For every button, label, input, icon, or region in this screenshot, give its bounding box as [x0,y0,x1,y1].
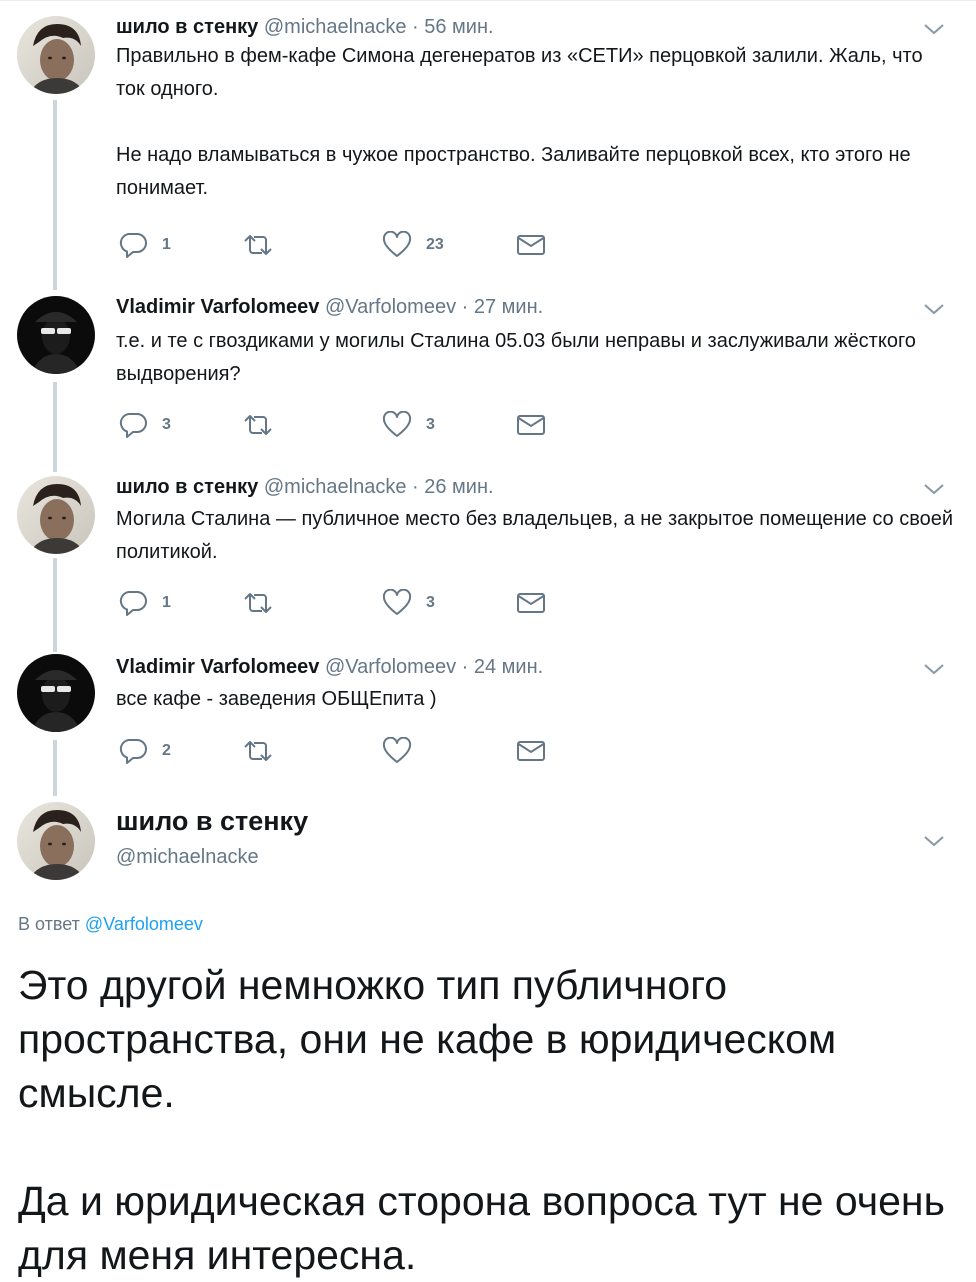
tweet-header: Vladimir Varfolomeev @Varfolomeev · 24 м… [116,655,543,679]
reply-button[interactable]: 1 [118,230,171,260]
reply-count: 1 [162,236,171,253]
tweet[interactable]: Vladimir Varfolomeev @Varfolomeev · 27 м… [0,290,976,460]
heart-icon [382,231,412,257]
tweet-text: Правильно в фем-кафе Симона дегенератов … [116,40,956,205]
tweet-paragraph: Правильно в фем-кафе Симона дегенератов … [116,45,923,100]
reply-icon [119,591,147,616]
envelope-icon [517,235,545,255]
chevron-down-icon[interactable] [922,482,946,496]
tweet-text: т.е. и те с гвоздиками у могилы Сталина … [116,325,956,391]
main-tweet-paragraph: Да и юридическая сторона вопроса тут не … [18,1178,945,1278]
like-button[interactable]: 3 [382,410,435,440]
like-button[interactable]: 3 [382,588,435,618]
main-tweet-text: Это другой немножко тип публичного прост… [18,958,958,1282]
separator: · [412,476,419,498]
tweet-timestamp[interactable]: 27 мин. [474,296,543,318]
reply-count: 2 [162,742,171,759]
dm-button[interactable] [516,736,546,766]
reply-button[interactable]: 1 [118,588,171,618]
dm-button[interactable] [516,588,546,618]
tweet-actions: 3 3 [116,410,616,440]
tweet-text: Могила Сталина — публичное место без вла… [116,503,956,569]
tweet[interactable]: шило в стенку @michaelnacke · 56 мин. Пр… [0,0,976,290]
chevron-down-icon[interactable] [922,662,946,676]
tweet-username[interactable]: @Varfolomeev [325,656,456,678]
envelope-icon [517,593,545,613]
reply-icon [119,739,147,764]
tweet-username[interactable]: @michaelnacke [264,16,407,38]
reply-context: В ответ @Varfolomeev [18,914,203,935]
tweet-header: Vladimir Varfolomeev @Varfolomeev · 27 м… [116,295,543,319]
tweet-actions: 1 3 [116,588,616,618]
retweet-button[interactable] [241,736,275,766]
tweet-fullname[interactable]: Vladimir Varfolomeev [116,656,319,678]
tweet-timestamp[interactable]: 26 мин. [424,476,493,498]
retweet-button[interactable] [241,410,275,440]
tweet-timestamp[interactable]: 56 мин. [424,16,493,38]
avatar[interactable] [17,476,95,554]
avatar[interactable] [17,654,95,732]
tweet[interactable]: шило в стенку @michaelnacke · 26 мин. Мо… [0,468,976,638]
main-tweet-fullname[interactable]: шило в стенку [116,806,308,837]
tweet-timestamp[interactable]: 24 мин. [474,656,543,678]
tweet-fullname[interactable]: шило в стенку [116,16,258,38]
tweet-actions: 2 [116,736,616,766]
reply-count: 3 [162,416,171,433]
reply-icon [119,413,147,438]
reply-icon [119,233,147,258]
tweet[interactable]: Vladimir Varfolomeev @Varfolomeev · 24 м… [0,650,976,790]
tweet-username[interactable]: @Varfolomeev [325,296,456,318]
tweet-username[interactable]: @michaelnacke [264,476,407,498]
reply-context-mention[interactable]: @Varfolomeev [85,914,203,934]
tweet-header: шило в стенку @michaelnacke · 56 мин. [116,15,494,39]
main-tweet-paragraph: Это другой немножко тип публичного прост… [18,962,837,1116]
heart-icon [382,411,412,437]
tweet-paragraph: все кафе - заведения ОБЩЕпита ) [116,688,437,710]
reply-context-prefix: В ответ [18,914,80,934]
like-count: 3 [426,594,435,611]
envelope-icon [517,415,545,435]
dm-button[interactable] [516,230,546,260]
envelope-icon [517,741,545,761]
dm-button[interactable] [516,410,546,440]
tweet-paragraph: Могила Сталина — публичное место без вла… [116,508,954,563]
avatar[interactable] [17,802,95,880]
retweet-icon [244,593,272,613]
retweet-icon [244,235,272,255]
like-button[interactable]: 23 [382,230,444,260]
chevron-down-icon[interactable] [922,302,946,316]
retweet-icon [244,741,272,761]
like-button[interactable] [382,736,412,766]
reply-button[interactable]: 2 [118,736,171,766]
retweet-icon [244,415,272,435]
retweet-button[interactable] [241,588,275,618]
reply-count: 1 [162,594,171,611]
chevron-down-icon[interactable] [922,22,946,36]
retweet-button[interactable] [241,230,275,260]
separator: · [412,16,419,38]
tweet-actions: 1 23 [116,230,616,260]
separator: · [461,296,469,318]
separator: · [461,656,469,678]
reply-button[interactable]: 3 [118,410,171,440]
tweet-paragraph: т.е. и те с гвоздиками у могилы Сталина … [116,330,916,385]
main-tweet-username[interactable]: @michaelnacke [116,846,259,869]
chevron-down-icon[interactable] [922,834,946,848]
tweet-fullname[interactable]: шило в стенку [116,476,258,498]
like-count: 3 [426,416,435,433]
tweet-paragraph: Не надо вламываться в чужое пространство… [116,144,911,199]
tweet-text: все кафе - заведения ОБЩЕпита ) [116,683,956,716]
tweet-fullname[interactable]: Vladimir Varfolomeev [116,296,319,318]
like-count: 23 [426,236,444,253]
heart-icon [382,589,412,615]
avatar[interactable] [17,296,95,374]
tweet-header: шило в стенку @michaelnacke · 26 мин. [116,475,494,499]
avatar[interactable] [17,16,95,94]
heart-icon [382,737,412,763]
